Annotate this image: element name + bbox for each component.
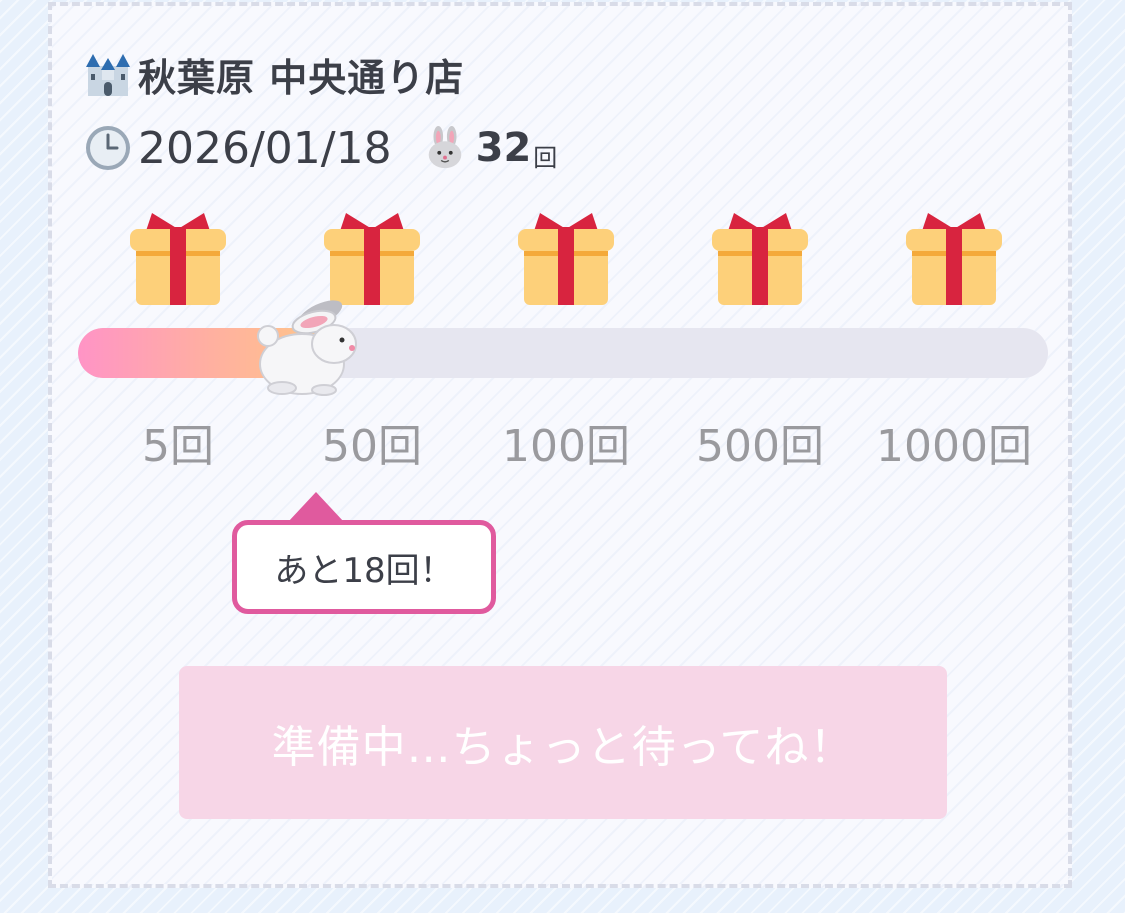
visit-count: 32: [475, 125, 532, 171]
remaining-tooltip: あと18回！: [232, 520, 496, 614]
milestone-label: 5回: [142, 421, 214, 472]
castle-icon: [86, 54, 130, 96]
progress-track: [78, 328, 1048, 378]
milestone-label: 1000回: [876, 421, 1032, 472]
gift-icon: [130, 213, 226, 305]
visit-count-unit: 回: [533, 143, 558, 172]
rabbit-icon: [257, 300, 357, 396]
milestone-label: 50回: [322, 421, 422, 472]
gift-icon: [518, 213, 614, 305]
tooltip-arrow: [288, 492, 344, 522]
store-header: 秋葉原 中央通り店: [84, 46, 464, 102]
clock-icon: [86, 126, 130, 170]
store-card: 秋葉原 中央通り店 2026/01/18 32 回 5回 50回 100回 50…: [48, 2, 1072, 888]
visit-meta: 2026/01/18 32 回: [84, 120, 557, 176]
milestone-label: 100回: [502, 421, 630, 472]
preparing-button[interactable]: 準備中…ちょっと待ってね！: [179, 666, 947, 819]
gift-icon: [906, 213, 1002, 305]
visit-date: 2026/01/18: [138, 122, 392, 174]
milestone-label: 500回: [696, 421, 824, 472]
store-name: 秋葉原 中央通り店: [138, 55, 465, 100]
gift-icon: [712, 213, 808, 305]
rabbit-face-icon: [428, 125, 461, 169]
